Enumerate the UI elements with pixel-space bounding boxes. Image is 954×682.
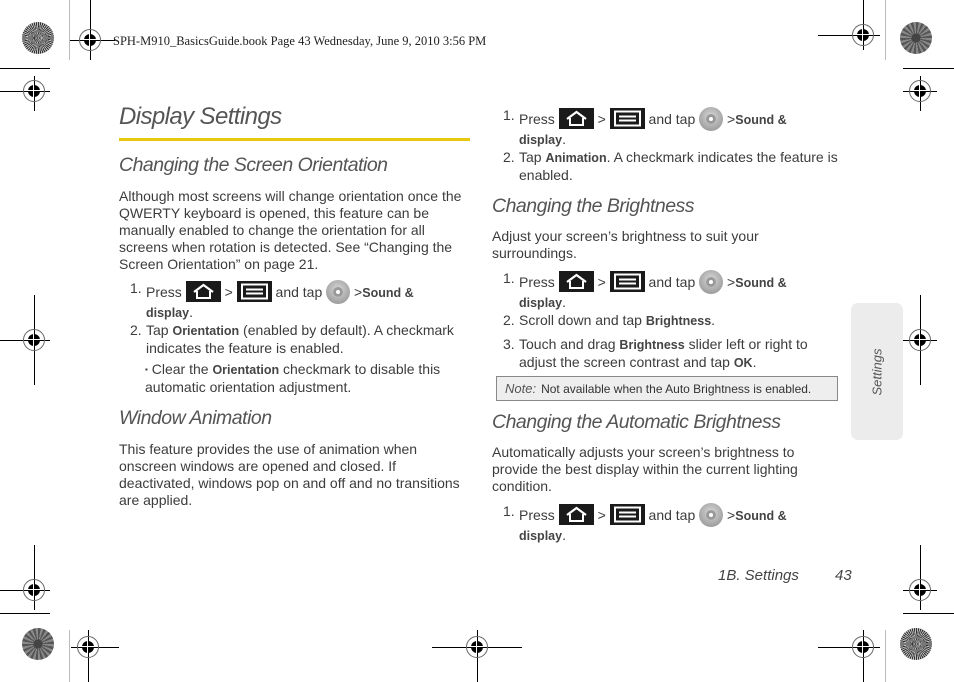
title-rule xyxy=(119,138,470,141)
home-key-icon xyxy=(558,271,594,292)
crop-line xyxy=(69,630,70,682)
color-bar-mark-top-left xyxy=(22,22,54,54)
side-tab-settings: Settings xyxy=(851,303,903,440)
home-key-icon xyxy=(558,504,594,525)
menu-key-icon xyxy=(609,108,645,129)
color-bar-mark-bottom-right xyxy=(900,628,932,660)
crop-line xyxy=(0,613,50,614)
auto-brightness-intro: Automatically adjusts your screen’s brig… xyxy=(492,444,798,494)
note-box: Note: Not available when the Auto Brightn… xyxy=(496,376,838,401)
menu-key-icon xyxy=(609,271,645,292)
crop-line xyxy=(903,613,954,614)
section-heading-orientation: Changing the Screen Orientation xyxy=(119,154,388,176)
crop-line xyxy=(69,0,70,60)
settings-icon xyxy=(326,280,351,304)
print-slug: SPH-M910_BasicsGuide.book Page 43 Wednes… xyxy=(113,34,487,48)
settings-icon xyxy=(699,503,724,527)
crop-line xyxy=(885,0,886,60)
color-bar-mark-bottom-left xyxy=(22,628,54,660)
settings-icon xyxy=(699,107,724,131)
home-key-icon xyxy=(558,108,594,129)
color-bar-mark-top-right xyxy=(900,22,932,54)
section-heading-auto-brightness: Changing the Automatic Brightness xyxy=(492,411,781,433)
crop-line xyxy=(885,630,886,682)
crop-line xyxy=(0,68,50,69)
section-heading-brightness: Changing the Brightness xyxy=(492,195,695,217)
crop-line xyxy=(903,68,954,69)
brightness-intro: Adjust your screen’s brightness to suit … xyxy=(492,228,759,261)
page-title: Display Settings xyxy=(119,103,282,130)
footer-page-number: 43 xyxy=(835,567,852,584)
section-heading-window-animation: Window Animation xyxy=(119,407,272,429)
home-key-icon xyxy=(185,281,221,302)
side-tab-label: Settings xyxy=(869,348,885,395)
animation-intro: This feature provides the use of animati… xyxy=(119,441,460,508)
menu-key-icon xyxy=(236,281,272,302)
orientation-intro: Although most screens will change orient… xyxy=(119,188,462,272)
menu-key-icon xyxy=(609,504,645,525)
settings-icon xyxy=(699,270,724,294)
note-label: Note: xyxy=(505,381,537,396)
note-text: Not available when the Auto Brightness i… xyxy=(541,382,812,396)
footer-section: 1B. Settings xyxy=(718,567,799,584)
orientation-bullet: ▪ Clear the Orientation checkmark to dis… xyxy=(145,361,441,395)
